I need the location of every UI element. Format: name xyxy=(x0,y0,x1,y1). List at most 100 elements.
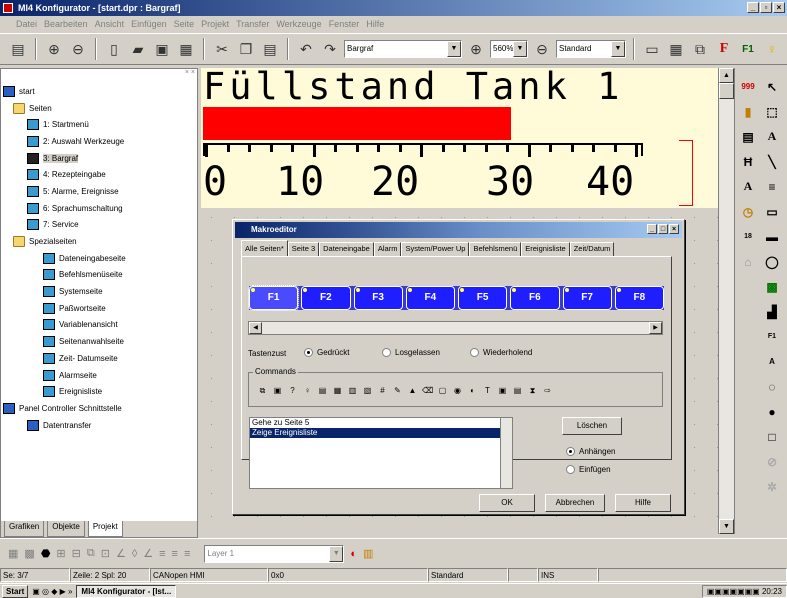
select-area-icon[interactable]: ⬚ xyxy=(763,103,781,120)
line-icon[interactable]: ╲ xyxy=(763,153,781,170)
tree-item[interactable]: 1: Startmenü xyxy=(3,116,197,133)
undo-icon[interactable]: ↶ xyxy=(296,39,316,59)
task-mi4-konfigurator[interactable]: MI4 Konfigurator - [Ist... xyxy=(76,584,177,598)
cmd-page-icon[interactable]: ▣ xyxy=(272,385,283,396)
scroll-down-icon[interactable]: ▼ xyxy=(719,519,734,534)
tree-item[interactable]: Seitenanwahlseite xyxy=(3,333,197,350)
tree-item[interactable]: Systemseite xyxy=(3,283,197,300)
circle-fill-icon[interactable]: ● xyxy=(763,403,781,420)
cmd-list-icon[interactable]: ▤ xyxy=(317,385,328,396)
cmd-arrow-icon[interactable]: ⇨ xyxy=(542,385,553,396)
tab-alle-seiten[interactable]: Alle Seiten* xyxy=(241,240,288,257)
redo-icon[interactable]: ↷ xyxy=(320,39,340,59)
properties-icon[interactable]: ▤ xyxy=(8,39,28,59)
cmd-date-icon[interactable]: ▤ xyxy=(512,385,523,396)
text-font-icon[interactable]: A xyxy=(739,178,757,195)
frame-icon[interactable]: □ xyxy=(763,428,781,445)
tab-alarm[interactable]: Alarm xyxy=(373,242,402,257)
tree-item[interactable]: Alarmseite xyxy=(3,367,197,384)
fill-color-icon[interactable]: ◊ xyxy=(132,548,137,560)
tree-item[interactable]: Datentransfer xyxy=(3,417,197,434)
fkey-scrollbar[interactable]: ◀ ▶ xyxy=(248,321,663,335)
pointer-icon[interactable]: ↖ xyxy=(763,78,781,95)
hilfe-button[interactable]: Hilfe xyxy=(615,494,671,512)
tab-system-power-up[interactable]: System/Power Up xyxy=(401,242,470,257)
fkey-f5[interactable]: F5 xyxy=(458,286,508,310)
tab-ereignisliste[interactable]: Ereignisliste xyxy=(521,242,570,257)
menu-seite[interactable]: Seite xyxy=(174,16,195,32)
arrange-icon[interactable]: ⧉ xyxy=(87,547,95,560)
menu-projekt[interactable]: Projekt xyxy=(201,16,229,32)
text-tool-icon[interactable]: A xyxy=(763,128,781,145)
ellipse-icon[interactable]: ◯ xyxy=(763,253,781,270)
cmd-window-icon[interactable]: ▣ xyxy=(497,385,508,396)
tab-zeit-datum[interactable]: Zeit/Datum xyxy=(569,242,615,257)
calendar-icon[interactable]: 18 xyxy=(739,228,757,245)
cmd-led-icon[interactable]: ◐ xyxy=(467,385,478,396)
macro-list[interactable]: Gehe zu Seite 5 Zeige Ereignisliste xyxy=(249,417,513,489)
minimize-button[interactable]: _ xyxy=(747,2,759,13)
tree-item[interactable]: Variablenansicht xyxy=(3,317,197,334)
star-icon[interactable]: ✲ xyxy=(763,478,781,495)
menu-werkzeuge[interactable]: Werkzeuge xyxy=(276,16,321,32)
menu-datei[interactable]: Datei xyxy=(16,16,37,32)
start-button[interactable]: Start xyxy=(2,584,29,598)
cmd-erase-icon[interactable]: ⌫ xyxy=(422,385,433,396)
copy-icon[interactable]: ❐ xyxy=(236,39,256,59)
fkey-f4[interactable]: F4 xyxy=(405,286,455,310)
radio-anhaengen[interactable]: Anhängen xyxy=(566,447,615,457)
cmd-hourglass-icon[interactable]: ⧗ xyxy=(527,385,538,396)
radio-wiederholend[interactable]: Wiederholend xyxy=(470,348,532,358)
numeric-field-icon[interactable]: 999 xyxy=(739,78,757,95)
tree-item[interactable]: Panel Controller Schnittstelle xyxy=(3,400,197,417)
fkey-tool-icon[interactable]: F1 xyxy=(763,328,781,345)
function-key-icon[interactable]: F1 xyxy=(738,39,758,59)
menu-bearbeiten[interactable]: Bearbeiten xyxy=(44,16,88,32)
tree-item[interactable]: Seiten xyxy=(3,100,197,117)
align-icon[interactable]: ⊞ xyxy=(56,547,65,560)
text-color-icon[interactable]: ∠ xyxy=(143,547,153,560)
layer-combo[interactable]: Standard ▼ xyxy=(556,40,626,58)
tree-item[interactable]: 4: Rezepteingabe xyxy=(3,166,197,183)
fkey-f1[interactable]: F1 xyxy=(247,285,300,311)
tree-item[interactable]: Zeit- Datumseite xyxy=(3,350,197,367)
scale-icon[interactable]: Ħ xyxy=(739,153,757,170)
align-center-icon[interactable]: ≡ xyxy=(172,548,178,560)
device-icon[interactable]: ▭ xyxy=(642,39,662,59)
tree-item[interactable]: Dateneingabeseite xyxy=(3,250,197,267)
tree-item[interactable]: 3: Bargraf xyxy=(3,150,197,167)
menu-hilfe[interactable]: Hilfe xyxy=(366,16,384,32)
scroll-up-icon[interactable]: ▲ xyxy=(719,68,734,83)
layer-props-icon[interactable]: ▥ xyxy=(363,547,373,560)
fkey-f6[interactable]: F6 xyxy=(510,286,560,310)
layer-visible-icon[interactable]: ◐ xyxy=(350,548,357,560)
page-combo[interactable]: Bargraf ▼ xyxy=(344,40,462,58)
new-file-icon[interactable]: ▯ xyxy=(104,39,124,59)
fkey-f8[interactable]: F8 xyxy=(614,286,664,310)
tree-item[interactable]: Paßwortseite xyxy=(3,300,197,317)
grid-toggle-icon[interactable]: ▦ xyxy=(8,547,18,560)
list-scrollbar[interactable] xyxy=(500,418,512,488)
rotate-icon[interactable]: ◌ xyxy=(763,378,781,395)
image-icon[interactable]: ▩ xyxy=(763,278,781,295)
cmd-goto-page-icon[interactable]: ⧉ xyxy=(257,385,268,396)
letter-a-icon[interactable]: A xyxy=(763,353,781,370)
macro-item[interactable]: Gehe zu Seite 5 xyxy=(250,418,512,428)
zoom-plus-icon[interactable]: ⊕ xyxy=(466,39,486,59)
tab-grafiken[interactable]: Grafiken xyxy=(4,521,45,537)
cmd-edit-icon[interactable]: ✎ xyxy=(392,385,403,396)
bargraph-icon[interactable]: ▮ xyxy=(739,103,757,120)
tab-befehlsmenue[interactable]: Befehlsmenü xyxy=(469,242,522,257)
fkey-f7[interactable]: F7 xyxy=(562,286,612,310)
clock-icon[interactable]: ◷ xyxy=(739,203,757,220)
symbol-icon[interactable]: ⌂ xyxy=(739,253,757,270)
panel-close-icon[interactable]: × × xyxy=(185,69,195,76)
filled-rectangle-icon[interactable]: ▬ xyxy=(763,228,781,245)
cmd-help-icon[interactable]: ? xyxy=(287,385,298,396)
cmd-text-icon[interactable]: ▥ xyxy=(347,385,358,396)
tree-item[interactable]: 5: Alarme, Ereignisse xyxy=(3,183,197,200)
macro-item-selected[interactable]: Zeige Ereignisliste xyxy=(250,428,512,438)
scroll-right-icon[interactable]: ▶ xyxy=(649,322,662,334)
zoom-in-icon[interactable]: ⊕ xyxy=(44,39,64,59)
tree-item[interactable]: start xyxy=(3,83,197,100)
